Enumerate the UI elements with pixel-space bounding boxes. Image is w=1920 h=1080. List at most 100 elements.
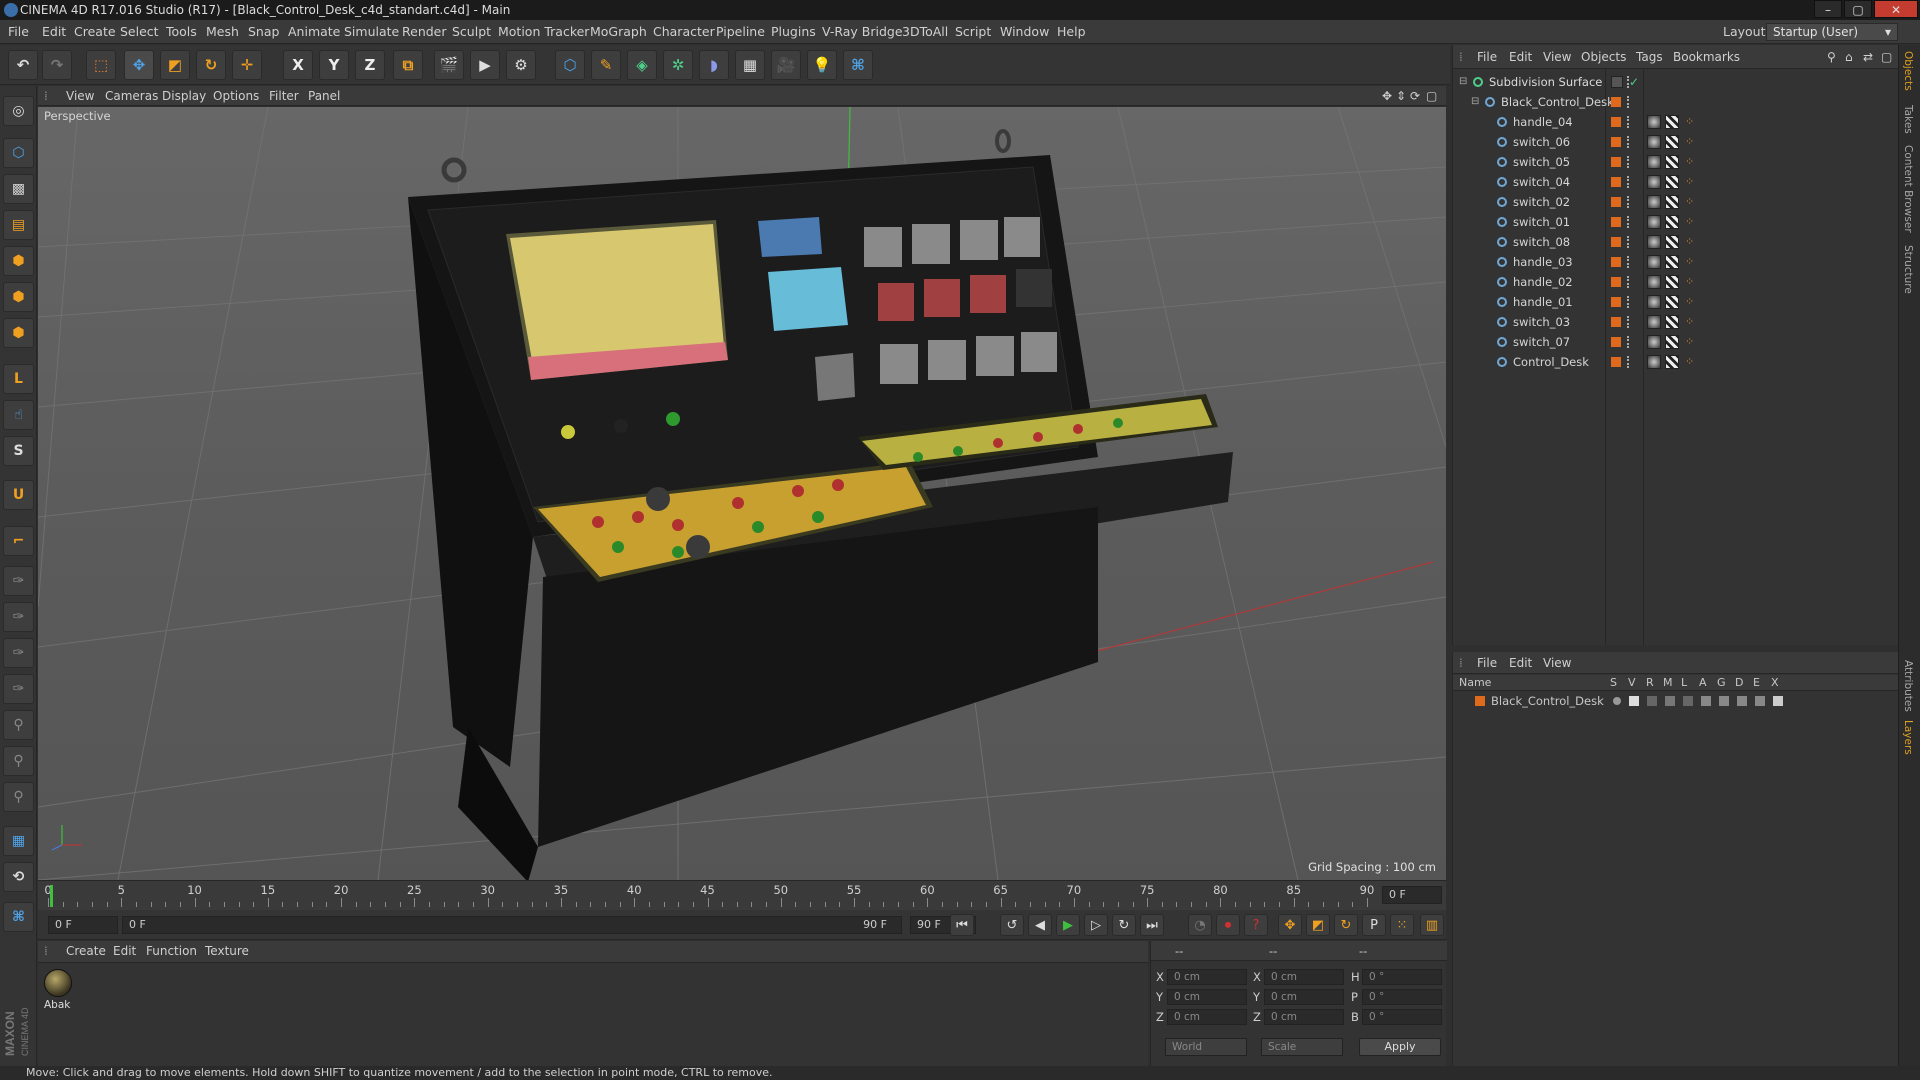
layer-color-swatch[interactable]: [1611, 177, 1621, 187]
texture-tag-icon[interactable]: [1665, 155, 1679, 169]
viewport-menu-filter[interactable]: Filter: [269, 89, 299, 103]
object-row[interactable]: switch_05 ⁘: [1453, 152, 1899, 172]
coordinate-mode-scale-dropdown[interactable]: Scale: [1261, 1038, 1343, 1056]
rot-p-field[interactable]: 0 °: [1362, 989, 1442, 1005]
menu-motion-tracker[interactable]: Motion Tracker: [498, 24, 589, 39]
visibility-dots-icon[interactable]: [1627, 216, 1631, 228]
viewport-maximize-icon[interactable]: ▢: [1426, 89, 1437, 103]
phong-tag-icon[interactable]: ⁘: [1685, 312, 1694, 332]
texture-tag-icon[interactable]: [1665, 295, 1679, 309]
spline-pen-icon[interactable]: ✎: [591, 50, 621, 80]
texture-tag-icon[interactable]: [1665, 175, 1679, 189]
tab-attributes[interactable]: Attributes: [1902, 660, 1914, 712]
texture-tag-icon[interactable]: [1665, 235, 1679, 249]
autokey-icon[interactable]: ⏺: [1216, 914, 1240, 936]
object-search-icon[interactable]: ⚲: [1827, 50, 1836, 64]
visibility-dots-icon[interactable]: [1627, 96, 1631, 108]
visibility-dots-icon[interactable]: [1627, 76, 1631, 88]
layer-solo-icon[interactable]: [1613, 697, 1621, 705]
apply-button[interactable]: Apply: [1359, 1038, 1441, 1056]
menu-edit[interactable]: Edit: [42, 24, 66, 39]
viewport-zoom-icon[interactable]: ⇕: [1396, 89, 1406, 103]
menu-create[interactable]: Create: [74, 24, 116, 39]
texture-tag-icon[interactable]: [1665, 315, 1679, 329]
material-tag-icon[interactable]: [1647, 235, 1661, 249]
key-pla-icon[interactable]: ⁙: [1390, 914, 1414, 936]
viewport-menu-display[interactable]: Display: [162, 89, 206, 103]
object-row[interactable]: switch_02 ⁘: [1453, 192, 1899, 212]
visibility-dots-icon[interactable]: [1627, 356, 1631, 368]
polygons-mode-icon[interactable]: ⬢: [3, 318, 34, 348]
material-tag-icon[interactable]: [1647, 155, 1661, 169]
material-menu-texture[interactable]: Texture: [205, 944, 249, 958]
phong-tag-icon[interactable]: ⁘: [1685, 152, 1694, 172]
axis-z-button[interactable]: Z: [355, 50, 385, 80]
layer-generators-icon[interactable]: [1719, 696, 1729, 706]
timeline-window-icon[interactable]: ▥: [1420, 914, 1444, 936]
multi-tool-icon[interactable]: ✛: [232, 50, 262, 80]
go-to-end-icon[interactable]: ⏭: [1140, 914, 1164, 936]
material-tag-icon[interactable]: [1647, 315, 1661, 329]
axis-mode-icon[interactable]: L: [3, 364, 34, 394]
viewport-pan-icon[interactable]: ✥: [1382, 89, 1392, 103]
layer-color-swatch[interactable]: [1611, 237, 1621, 247]
object-name[interactable]: switch_01: [1513, 212, 1570, 232]
preview-range-slider[interactable]: 0 F 90 F: [122, 916, 902, 934]
visibility-dots-icon[interactable]: [1627, 296, 1631, 308]
object-name[interactable]: Control_Desk: [1513, 352, 1589, 372]
pos-z-field[interactable]: 0 cm: [1167, 1009, 1247, 1025]
object-menu-tags[interactable]: Tags: [1636, 50, 1663, 64]
pos-y-field[interactable]: 0 cm: [1167, 989, 1247, 1005]
menu-window[interactable]: Window: [1000, 24, 1049, 39]
tab-content-browser[interactable]: Content Browser: [1902, 145, 1914, 233]
visibility-dots-icon[interactable]: [1627, 336, 1631, 348]
phong-tag-icon[interactable]: ⁘: [1685, 332, 1694, 352]
timeline-playhead[interactable]: [50, 885, 53, 907]
layer-color-swatch[interactable]: [1611, 197, 1621, 207]
menu-3dtoall[interactable]: 3DToAll: [902, 24, 948, 39]
visibility-dots-icon[interactable]: [1627, 196, 1631, 208]
object-row[interactable]: switch_01 ⁘: [1453, 212, 1899, 232]
object-row[interactable]: Control_Desk ⁘: [1453, 352, 1899, 372]
layer-color-swatch[interactable]: [1611, 117, 1621, 127]
menu-snap[interactable]: Snap: [248, 24, 279, 39]
rot-h-field[interactable]: 0 °: [1362, 969, 1442, 985]
texture-tag-icon[interactable]: [1665, 355, 1679, 369]
subdivision-surface-icon[interactable]: ◈: [627, 50, 657, 80]
material-tag-icon[interactable]: [1647, 215, 1661, 229]
object-home-icon[interactable]: ⌂: [1845, 50, 1853, 64]
material-tag-icon[interactable]: [1647, 175, 1661, 189]
camera-icon[interactable]: 🎥: [771, 50, 801, 80]
menu-vray-bridge[interactable]: V-Ray Bridge: [822, 24, 903, 39]
size-x-field[interactable]: 0 cm: [1264, 969, 1344, 985]
viewport-menu-panel[interactable]: Panel: [308, 89, 340, 103]
object-row[interactable]: ⊟ Subdivision Surface ✓: [1453, 72, 1899, 92]
object-row[interactable]: handle_01 ⁘: [1453, 292, 1899, 312]
undo-icon[interactable]: ↶: [8, 50, 38, 80]
material-tag-icon[interactable]: [1647, 335, 1661, 349]
visibility-dots-icon[interactable]: [1627, 156, 1631, 168]
brush-tool-3-icon[interactable]: ✑: [3, 638, 34, 668]
key-parameter-icon[interactable]: P: [1362, 914, 1386, 936]
menu-character[interactable]: Character: [653, 24, 715, 39]
floor-icon[interactable]: ▦: [735, 50, 765, 80]
key-scale-icon[interactable]: ◩: [1306, 914, 1330, 936]
material-tag-icon[interactable]: [1647, 135, 1661, 149]
edges-mode-icon[interactable]: ⬢: [3, 282, 34, 312]
layer-manager-icon[interactable]: [1665, 696, 1675, 706]
python-generator-icon[interactable]: ⌘: [3, 902, 34, 932]
record-keys-icon[interactable]: ◔: [1188, 914, 1212, 936]
size-z-field[interactable]: 0 cm: [1264, 1009, 1344, 1025]
object-menu-file[interactable]: File: [1477, 50, 1497, 64]
layer-visible-icon[interactable]: [1629, 696, 1639, 706]
object-name[interactable]: Black_Control_Desk: [1501, 92, 1614, 112]
menu-plugins[interactable]: Plugins: [771, 24, 816, 39]
start-frame-field[interactable]: 0 F: [48, 916, 118, 934]
current-frame-field[interactable]: 0 F: [1382, 886, 1442, 904]
visibility-dots-icon[interactable]: [1627, 176, 1631, 188]
phong-tag-icon[interactable]: ⁘: [1685, 292, 1694, 312]
object-name[interactable]: handle_03: [1513, 252, 1573, 272]
keyframe-selection-icon[interactable]: ?: [1244, 914, 1268, 936]
texture-tag-icon[interactable]: [1665, 275, 1679, 289]
phong-tag-icon[interactable]: ⁘: [1685, 212, 1694, 232]
